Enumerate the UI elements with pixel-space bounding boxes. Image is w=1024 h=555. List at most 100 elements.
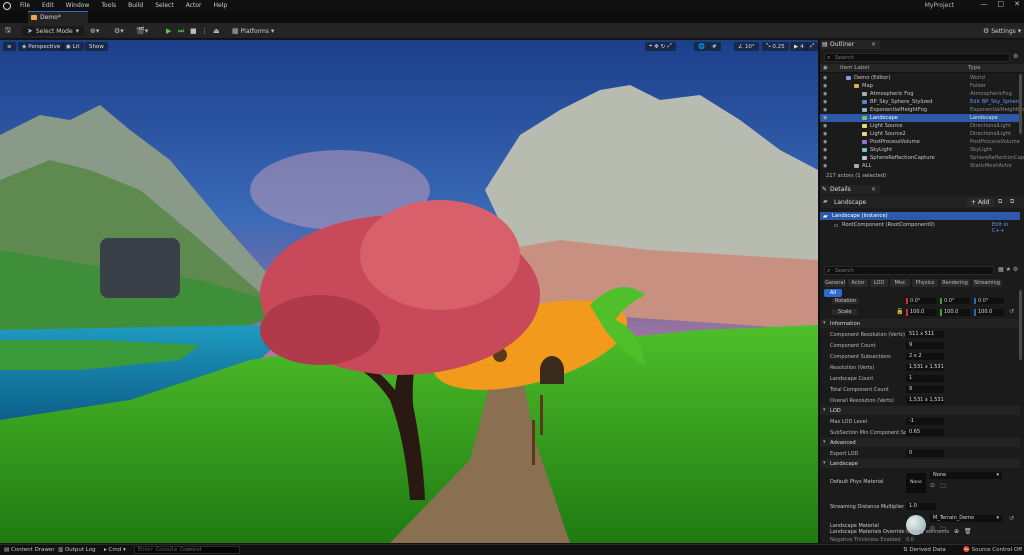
property-value[interactable]: -1: [906, 418, 944, 425]
console-command-input[interactable]: Enter Console Command: [134, 546, 240, 554]
menu-actor[interactable]: Actor: [180, 2, 208, 9]
folder-icon[interactable]: 🗀: [940, 482, 946, 492]
add-content-button[interactable]: ⊕▾: [90, 26, 99, 36]
category-actor[interactable]: Actor: [848, 279, 868, 287]
tab-outliner[interactable]: ▤ Outliner ✕: [820, 40, 880, 49]
star-icon[interactable]: ★: [1006, 266, 1011, 273]
save-icon[interactable]: 🖫: [5, 26, 11, 36]
menu-select[interactable]: Select: [149, 2, 180, 9]
visibility-eye-icon[interactable]: ◉: [823, 139, 827, 145]
property-value[interactable]: 0: [906, 450, 944, 457]
category-physics[interactable]: Physics: [912, 279, 938, 287]
property-value[interactable]: 511 x 511: [906, 331, 944, 338]
delete-icon[interactable]: 🗑: [964, 528, 972, 535]
menu-build[interactable]: Build: [122, 2, 149, 9]
blueprint-add-icon[interactable]: ⧉: [1010, 198, 1014, 206]
section-information[interactable]: Information: [820, 319, 1020, 328]
world-local-toggle[interactable]: 🌐: [694, 42, 709, 51]
play-button[interactable]: ▶: [166, 26, 171, 36]
details-scrollbar[interactable]: [1019, 290, 1022, 360]
cmd-dropdown[interactable]: ▸ Cmd ▾: [104, 547, 126, 553]
scale-z[interactable]: 100.0: [974, 309, 1004, 316]
category-lod[interactable]: LOD: [870, 279, 888, 287]
outliner-row[interactable]: ◉ SphereReflectionCapture SphereReflection…: [820, 154, 1024, 162]
details-actor-name[interactable]: Landscape: [834, 199, 866, 206]
browse-icon[interactable]: ⊙: [930, 482, 935, 489]
col-type[interactable]: Type: [968, 65, 981, 71]
outliner-row-type[interactable]: Edit BP_Sky_Sphere: [970, 99, 1021, 105]
category-streaming[interactable]: Streaming: [972, 279, 1002, 287]
eject-button[interactable]: ⏏: [213, 26, 220, 36]
platforms-dropdown[interactable]: ▦ Platforms ▾: [232, 26, 274, 36]
property-value[interactable]: 1: [906, 375, 944, 382]
scale-x[interactable]: 100.0: [906, 309, 936, 316]
blueprint-button[interactable]: ⚙▾: [114, 26, 124, 36]
streaming-distance-value[interactable]: 1.0: [906, 503, 936, 510]
root-component-row[interactable]: ▫ RootComponent (RootComponent0) Edit in…: [820, 221, 1020, 234]
tab-demo[interactable]: Demo*: [28, 11, 88, 23]
visibility-eye-icon[interactable]: ◉: [823, 115, 827, 121]
lit-button[interactable]: ◉ Lit: [62, 42, 84, 51]
maximize-icon[interactable]: □: [998, 0, 1005, 8]
category-misc[interactable]: Misc: [890, 279, 910, 287]
viewport-options-button[interactable]: ≡: [3, 42, 16, 51]
visibility-eye-icon[interactable]: ◉: [823, 91, 827, 97]
level-viewport[interactable]: ≡ ◈ Perspective ◉ Lit Show ⌖ ✥ ↻ ⤢ 🌐 # ∠ 10° ⤡…: [0, 40, 818, 543]
unreal-logo-icon[interactable]: [0, 0, 14, 11]
grid-view-icon[interactable]: ▦: [998, 266, 1004, 273]
phys-material-dropdown[interactable]: None ▾: [930, 472, 1002, 479]
visibility-eye-icon[interactable]: ◉: [823, 123, 827, 129]
section-advanced[interactable]: Advanced: [820, 438, 1020, 447]
cinematics-button[interactable]: 🎬▾: [136, 26, 148, 36]
rotation-y[interactable]: 0.0°: [940, 298, 970, 304]
output-log-button[interactable]: ▥ Output Log: [58, 547, 96, 553]
menu-edit[interactable]: Edit: [36, 2, 60, 9]
add-element-icon[interactable]: ⊕: [954, 528, 959, 535]
outliner-row[interactable]: ◉ Demo (Editor) World: [820, 74, 1020, 82]
outliner-row[interactable]: ◉ BP_Sky_Sphere_Stylized Edit BP_Sky_Spher…: [820, 98, 1021, 106]
outliner-scrollbar[interactable]: [1019, 74, 1022, 134]
visibility-eye-icon[interactable]: ◉: [823, 163, 827, 169]
reset-icon[interactable]: ↺: [1009, 308, 1014, 315]
property-value[interactable]: 9: [906, 342, 944, 349]
close-icon[interactable]: ✕: [871, 186, 876, 193]
property-value[interactable]: 1,531 x 1,531: [906, 397, 944, 404]
scale-y[interactable]: 100.0: [940, 309, 970, 316]
settings-button[interactable]: ⚙ Settings ▾: [983, 26, 1021, 36]
details-search-input[interactable]: ⌕ Search: [824, 266, 994, 275]
add-component-button[interactable]: + Add: [967, 198, 994, 207]
section-landscape[interactable]: Landscape: [820, 459, 1020, 468]
scale-snap[interactable]: ⤡ 0.25: [762, 42, 789, 51]
outliner-row[interactable]: ◉ SkyLight SkyLight: [820, 146, 1020, 154]
content-drawer-button[interactable]: ▤ Content Drawer: [4, 547, 55, 553]
stop-button[interactable]: ■: [190, 26, 197, 36]
visibility-eye-icon[interactable]: ◉: [823, 147, 827, 153]
close-icon[interactable]: ✕: [1014, 0, 1020, 8]
menu-file[interactable]: File: [14, 2, 36, 9]
next-property-value[interactable]: 0.0: [906, 537, 914, 543]
outliner-filter-icon[interactable]: ⚙: [1013, 53, 1018, 60]
property-value[interactable]: 2 x 2: [906, 353, 944, 360]
show-button[interactable]: Show: [85, 42, 108, 51]
outliner-row[interactable]: ◉ Light Source DirectionalLight: [820, 122, 1020, 130]
derived-data-button[interactable]: ⇅ Derived Data: [903, 547, 946, 553]
maximize-viewport-button[interactable]: ⤢: [806, 42, 818, 51]
outliner-row[interactable]: ◉ Light Source2 DirectionalLight: [820, 130, 1020, 138]
category-general[interactable]: General: [824, 279, 846, 287]
property-value[interactable]: 9: [906, 386, 944, 393]
visibility-eye-icon[interactable]: ◉: [823, 107, 827, 113]
outliner-row[interactable]: ◉ ALL StaticMeshActor: [820, 162, 1020, 170]
outliner-row[interactable]: ◉ Map Folder: [820, 82, 1020, 90]
play-step-button[interactable]: ⏭: [178, 26, 184, 36]
minimize-icon[interactable]: —: [981, 0, 988, 8]
outliner-row[interactable]: ◉ PostProcessVolume PostProcessVolume: [820, 138, 1020, 146]
menu-window[interactable]: Window: [60, 2, 96, 9]
gear-icon[interactable]: ⚙: [1013, 266, 1018, 273]
perspective-button[interactable]: ◈ Perspective: [18, 42, 65, 51]
menu-help[interactable]: Help: [208, 2, 234, 9]
select-mode-dropdown[interactable]: ➤ Select Mode ▾: [22, 26, 85, 36]
category-all[interactable]: All: [824, 289, 842, 297]
outliner-row[interactable]: ◉ Atmospheric Fog AtmosphericFog: [820, 90, 1020, 98]
grid-snap-toggle[interactable]: #: [708, 42, 721, 51]
phys-material-thumbnail[interactable]: None: [906, 473, 926, 493]
